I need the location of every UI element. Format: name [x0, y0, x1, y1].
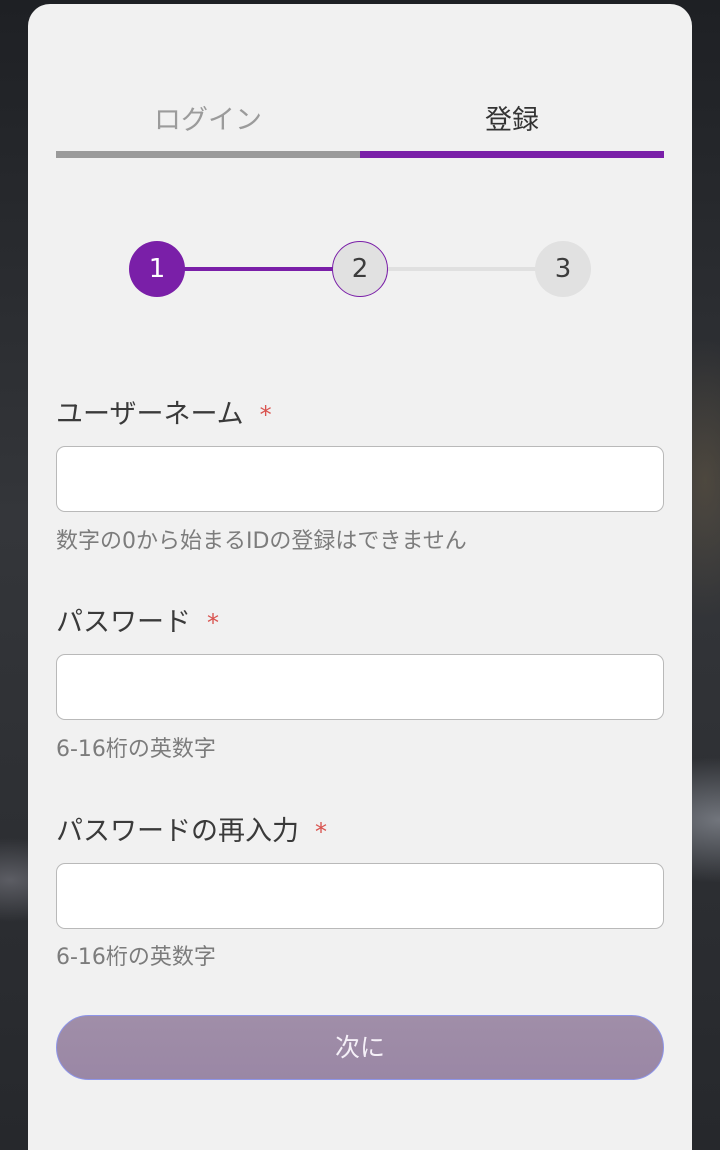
progress-stepper: 1 2 3: [128, 240, 592, 298]
username-hint: 数字の0から始まるIDの登録はできません: [56, 529, 467, 554]
tab-login-label: ログイン: [154, 105, 262, 136]
next-button[interactable]: 次に: [56, 1015, 664, 1080]
required-marker: *: [315, 818, 327, 846]
required-marker: *: [207, 609, 219, 637]
step-connector-pending: [360, 267, 564, 271]
step-1: 1: [129, 241, 185, 297]
password-input[interactable]: [56, 654, 664, 720]
required-marker: *: [259, 401, 272, 429]
step-3: 3: [535, 241, 591, 297]
password-confirm-input[interactable]: [56, 863, 664, 929]
tab-login-underline: [56, 151, 360, 158]
tab-register[interactable]: 登録: [360, 94, 664, 158]
tab-register-underline: [360, 151, 664, 158]
password-confirm-label: パスワードの再入力 *: [56, 809, 327, 848]
username-label: ユーザーネーム *: [56, 392, 272, 431]
step-connector-completed: [156, 267, 360, 271]
password-label-text: パスワード: [56, 607, 191, 638]
register-card: ログイン 登録 1 2 3: [28, 4, 692, 1150]
username-input[interactable]: [56, 446, 664, 512]
password-confirm-hint: 6-16桁の英数字: [56, 945, 216, 970]
username-label-text: ユーザーネーム: [56, 399, 244, 430]
step-2: 2: [332, 241, 388, 297]
tab-login[interactable]: ログイン: [56, 94, 360, 158]
password-hint: 6-16桁の英数字: [56, 737, 216, 762]
tab-register-label: 登録: [485, 105, 539, 136]
password-label: パスワード *: [56, 600, 219, 639]
auth-tabs: ログイン 登録: [56, 94, 664, 158]
password-confirm-label-text: パスワードの再入力: [56, 816, 299, 847]
